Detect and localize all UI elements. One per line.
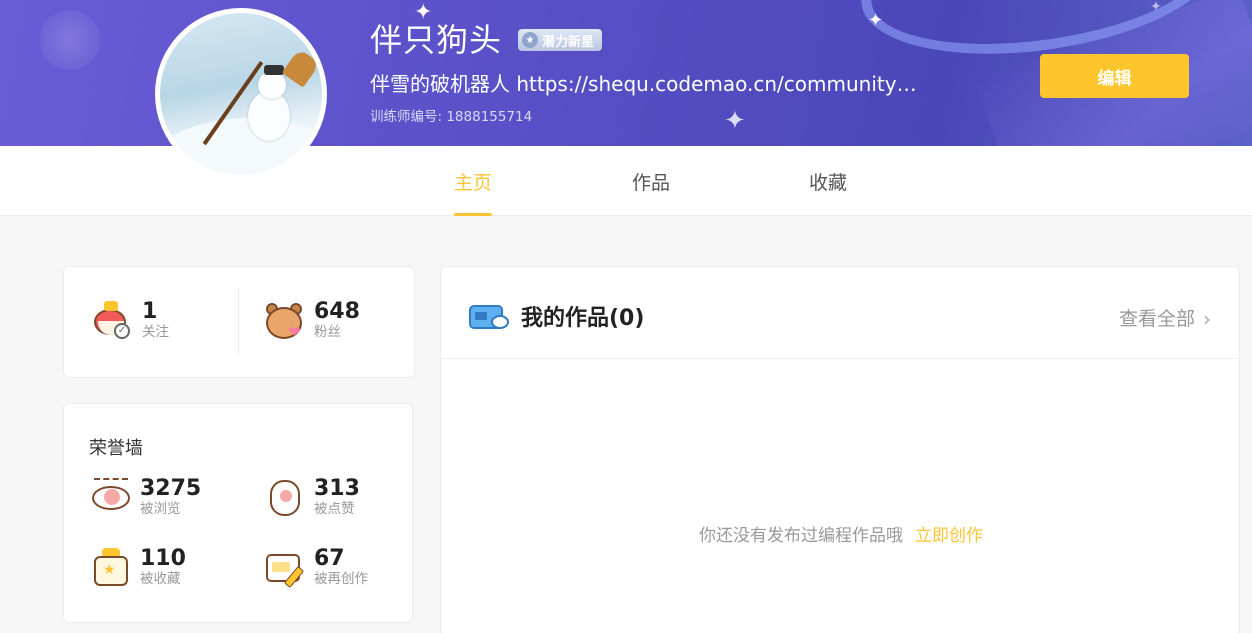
chevron-right-icon: › bbox=[1203, 307, 1211, 331]
view-all-label: 查看全部 bbox=[1118, 308, 1195, 330]
paw-like-icon bbox=[264, 476, 306, 518]
tab-favorites-label: 收藏 bbox=[809, 171, 848, 194]
social-stats-card: ✓ 1 关注 ❤ 648 粉丝 bbox=[63, 266, 415, 378]
computer-cloud-icon bbox=[469, 303, 509, 331]
empty-message: 你还没有发布过编程作品哦 bbox=[699, 526, 903, 546]
tab-works[interactable]: 作品 bbox=[632, 146, 670, 216]
avatar-broom-bristle bbox=[281, 48, 321, 88]
avatar[interactable] bbox=[155, 8, 327, 180]
honor-favorites: ★ 110 被收藏 bbox=[90, 546, 186, 588]
honor-likes: 313 被点赞 bbox=[264, 476, 360, 518]
rank-badge-label: 潜力新星 bbox=[542, 34, 595, 50]
follow-stat[interactable]: ✓ 1 关注 bbox=[92, 299, 169, 341]
works-header: 我的作品(0) 查看全部 › bbox=[441, 267, 1241, 359]
rank-badge[interactable]: ★ 潜力新星 bbox=[518, 29, 603, 51]
remix-pencil-icon bbox=[264, 546, 306, 588]
favorites-label: 被收藏 bbox=[140, 571, 181, 587]
honor-wall-title: 荣誉墙 bbox=[89, 438, 143, 459]
avatar-snowman-hat bbox=[264, 65, 284, 75]
fans-label: 粉丝 bbox=[314, 324, 341, 340]
honor-remix: 67 被再创作 bbox=[264, 546, 368, 588]
stat-divider bbox=[238, 289, 239, 355]
my-works-card: 我的作品(0) 查看全部 › 你还没有发布过编程作品哦 立即创作 bbox=[440, 266, 1241, 633]
tab-home[interactable]: 主页 bbox=[454, 146, 493, 216]
honor-wall-card: 荣誉墙 3275 被浏览 313 被点赞 ★ 110 被收藏 67 被再创作 bbox=[63, 403, 413, 623]
remix-label: 被再创作 bbox=[314, 571, 368, 587]
remix-count: 67 bbox=[314, 546, 345, 571]
user-name-row: 伴只狗头 ★ 潜力新星 bbox=[370, 18, 603, 59]
sparkle-icon: ✦ bbox=[868, 10, 884, 31]
user-name: 伴只狗头 bbox=[370, 21, 503, 59]
view-all-link[interactable]: 查看全部 › bbox=[1119, 303, 1211, 335]
works-empty-state: 你还没有发布过编程作品哦 立即创作 bbox=[441, 521, 1241, 546]
eye-icon bbox=[90, 476, 132, 518]
trainer-id: 训练师编号: 1888155714 bbox=[370, 109, 533, 125]
tab-favorites[interactable]: 收藏 bbox=[809, 146, 847, 216]
tab-home-label: 主页 bbox=[454, 171, 493, 194]
sparkle-icon: ✦ bbox=[1150, 0, 1162, 15]
banner-glow bbox=[40, 10, 100, 70]
works-title: 我的作品(0) bbox=[521, 306, 645, 331]
tab-works-label: 作品 bbox=[632, 171, 671, 194]
honor-views: 3275 被浏览 bbox=[90, 476, 201, 518]
follow-count: 1 bbox=[142, 299, 158, 324]
user-bio: 伴雪的破机器人 https://shequ.codemao.cn/communi… bbox=[370, 72, 920, 96]
views-count: 3275 bbox=[140, 476, 202, 501]
sparkle-icon: ✦ bbox=[724, 106, 746, 136]
follow-label: 关注 bbox=[142, 324, 169, 340]
create-now-link[interactable]: 立即创作 bbox=[915, 526, 983, 546]
edit-profile-button[interactable]: 编辑 bbox=[1040, 54, 1189, 98]
star-box-icon: ★ bbox=[90, 546, 132, 588]
favorites-count: 110 bbox=[140, 546, 186, 571]
bear-heart-icon: ❤ bbox=[264, 299, 306, 341]
fans-count: 648 bbox=[314, 299, 360, 324]
avatar-snowman-head bbox=[258, 71, 286, 99]
star-shield-icon: ★ bbox=[522, 32, 539, 48]
avatar-snow bbox=[160, 118, 322, 175]
likes-count: 313 bbox=[314, 476, 360, 501]
follow-icon: ✓ bbox=[92, 299, 134, 341]
fans-stat[interactable]: ❤ 648 粉丝 bbox=[264, 299, 360, 341]
views-label: 被浏览 bbox=[140, 501, 181, 517]
likes-label: 被点赞 bbox=[314, 501, 355, 517]
